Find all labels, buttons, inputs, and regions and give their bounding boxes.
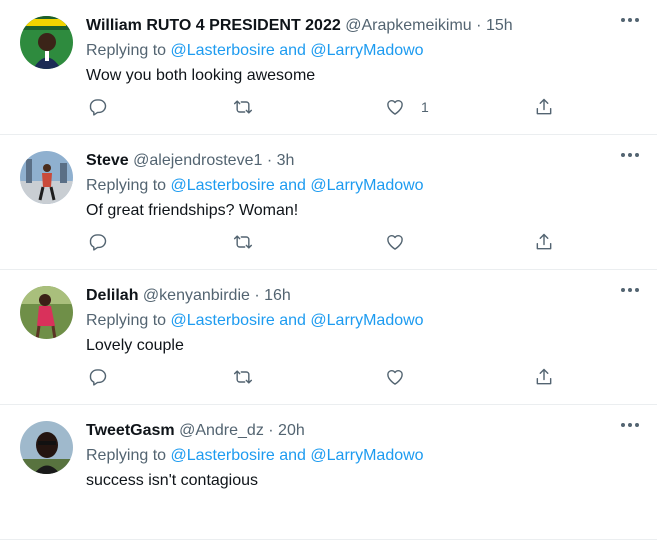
reply-icon <box>89 234 107 251</box>
more-icon[interactable] <box>621 288 639 294</box>
mention-link[interactable]: @Lasterbosire <box>171 177 275 194</box>
tweet[interactable]: TweetGasm @Andre_dz · 20h Replying to @L… <box>0 405 657 540</box>
share-icon <box>536 233 552 250</box>
timestamp[interactable]: 15h <box>486 17 513 34</box>
avatar[interactable] <box>20 151 73 204</box>
and-text: and <box>279 312 306 329</box>
separator-dot: · <box>266 152 273 169</box>
timestamp[interactable]: 20h <box>278 422 305 439</box>
heart-icon <box>387 234 403 250</box>
username[interactable]: @alejendrosteve1 <box>133 152 262 169</box>
like-button[interactable]: 1 <box>385 95 429 119</box>
reply-icon <box>89 99 107 116</box>
share-icon <box>536 98 552 115</box>
share-button[interactable] <box>534 365 554 389</box>
tweet[interactable]: Steve @alejendrosteve1 · 3h Replying to … <box>0 135 657 270</box>
action-bar: 1 <box>78 95 578 119</box>
timestamp[interactable]: 16h <box>264 287 291 304</box>
mention-link[interactable]: @LarryMadowo <box>310 447 423 464</box>
reply-button[interactable] <box>88 230 108 254</box>
replying-prefix: Replying to <box>86 312 167 329</box>
tweet-header: Delilah @kenyanbirdie · 16h <box>86 285 637 307</box>
like-button[interactable] <box>385 230 421 254</box>
avatar[interactable] <box>20 421 73 474</box>
display-name[interactable]: TweetGasm <box>86 422 175 439</box>
separator-dot: · <box>476 17 482 34</box>
mention-link[interactable]: @Lasterbosire <box>171 42 275 59</box>
retweet-button[interactable] <box>233 365 253 389</box>
share-button[interactable] <box>534 95 554 119</box>
reply-button[interactable] <box>88 365 108 389</box>
replying-to: Replying to @Lasterbosire and @LarryMado… <box>86 39 637 63</box>
and-text: and <box>279 42 306 59</box>
more-icon[interactable] <box>621 153 639 159</box>
tweet-text: Wow you both looking awesome <box>86 67 316 84</box>
action-bar <box>78 230 578 254</box>
replying-to: Replying to @Lasterbosire and @LarryMado… <box>86 174 637 198</box>
replying-to: Replying to @Lasterbosire and @LarryMado… <box>86 444 637 468</box>
reply-button[interactable] <box>88 95 108 119</box>
username[interactable]: @Andre_dz <box>179 422 264 439</box>
retweet-button[interactable] <box>233 95 253 119</box>
mention-link[interactable]: @LarryMadowo <box>310 312 423 329</box>
tweet-header: TweetGasm @Andre_dz · 20h <box>86 420 637 442</box>
avatar[interactable] <box>20 16 73 69</box>
more-icon[interactable] <box>621 18 639 24</box>
replying-to: Replying to @Lasterbosire and @LarryMado… <box>86 309 637 333</box>
username[interactable]: @Arapkemeikimu <box>345 17 472 34</box>
more-icon[interactable] <box>621 423 639 429</box>
display-name[interactable]: Delilah <box>86 287 138 304</box>
timestamp[interactable]: 3h <box>277 152 295 169</box>
mention-link[interactable]: @Lasterbosire <box>171 447 275 464</box>
separator-dot: · <box>254 287 260 304</box>
share-button[interactable] <box>534 230 554 254</box>
mention-link[interactable]: @LarryMadowo <box>310 42 423 59</box>
and-text: and <box>279 447 306 464</box>
heart-icon <box>387 99 403 115</box>
retweet-button[interactable] <box>233 230 253 254</box>
mention-link[interactable]: @Lasterbosire <box>171 312 275 329</box>
action-bar <box>78 365 578 389</box>
and-text: and <box>279 177 306 194</box>
retweet-icon <box>233 235 253 249</box>
tweet-header: Steve @alejendrosteve1 · 3h <box>86 150 637 172</box>
tweet-text: success isn't contagious <box>86 472 259 489</box>
display-name[interactable]: William RUTO 4 PRESIDENT 2022 <box>86 17 341 34</box>
heart-icon <box>387 369 403 385</box>
replying-prefix: Replying to <box>86 177 167 194</box>
reply-icon <box>89 369 107 386</box>
display-name[interactable]: Steve <box>86 152 129 169</box>
like-count: 1 <box>421 99 429 115</box>
retweet-icon <box>233 370 253 384</box>
retweet-icon <box>233 100 253 114</box>
share-icon <box>536 368 552 385</box>
mention-link[interactable]: @LarryMadowo <box>310 177 423 194</box>
tweet-text: Of great friendships? Woman! <box>86 202 299 219</box>
tweet-text: Lovely couple <box>86 337 184 354</box>
replying-prefix: Replying to <box>86 447 167 464</box>
like-button[interactable] <box>385 365 421 389</box>
tweet[interactable]: Delilah @kenyanbirdie · 16h Replying to … <box>0 270 657 405</box>
separator-dot: · <box>268 422 274 439</box>
username[interactable]: @kenyanbirdie <box>143 287 250 304</box>
tweet-header: William RUTO 4 PRESIDENT 2022 @Arapkemei… <box>86 15 637 37</box>
avatar[interactable] <box>20 286 73 339</box>
tweet[interactable]: William RUTO 4 PRESIDENT 2022 @Arapkemei… <box>0 0 657 135</box>
replying-prefix: Replying to <box>86 42 167 59</box>
